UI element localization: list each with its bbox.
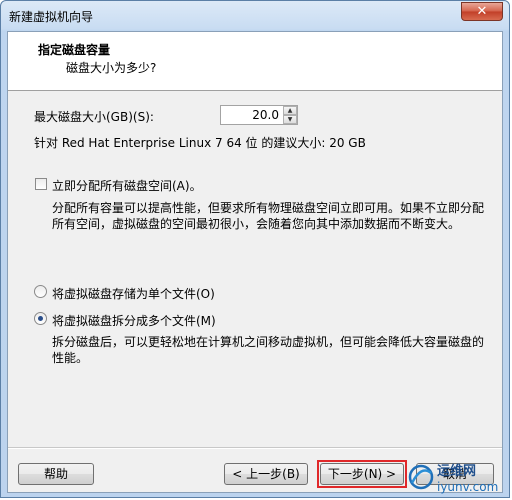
close-button[interactable]: ✕	[461, 2, 503, 21]
wizard-header: 指定磁盘容量 磁盘大小为多少?	[8, 32, 502, 91]
window-title: 新建虚拟机向导	[9, 10, 94, 24]
back-button[interactable]: < 上一步(B)	[224, 463, 308, 485]
allocate-now-label[interactable]: 立即分配所有磁盘空间(A)。	[52, 177, 202, 194]
stepper-buttons: ▲ ▼	[283, 106, 297, 124]
recommended-size-text: 针对 Red Hat Enterprise Linux 7 64 位 的建议大小…	[34, 136, 366, 150]
allocate-now-description: 分配所有容量可以提高性能，但要求所有物理磁盘空间立即可用。如果不立即分配所有空间…	[52, 201, 485, 231]
site-watermark: 运维网 iyunv.com	[407, 457, 507, 497]
multi-file-description: 拆分磁盘后，可以更轻松地在计算机之间移动虚拟机，但可能会降低大容量磁盘的性能。	[52, 335, 485, 365]
close-icon: ✕	[476, 4, 488, 19]
page-subtitle: 磁盘大小为多少?	[66, 61, 157, 75]
max-disk-size-stepper[interactable]: 20.0 ▲ ▼	[220, 105, 298, 125]
stepper-up-icon[interactable]: ▲	[283, 106, 297, 115]
stepper-down-icon[interactable]: ▼	[283, 115, 297, 124]
single-file-label[interactable]: 将虚拟磁盘存储为单个文件(O)	[52, 285, 215, 302]
watermark-line1: 运维网	[437, 463, 476, 479]
max-disk-size-value[interactable]: 20.0	[252, 108, 279, 122]
multi-file-radio[interactable]	[34, 312, 47, 325]
next-button-highlight	[317, 460, 407, 488]
wizard-client-area: 指定磁盘容量 磁盘大小为多少? 最大磁盘大小(GB)(S): 20.0 ▲ ▼ …	[7, 31, 503, 493]
watermark-line2: iyunv.com	[437, 480, 498, 494]
page-title: 指定磁盘容量	[38, 43, 111, 57]
button-separator	[8, 447, 502, 449]
single-file-radio[interactable]	[34, 285, 47, 298]
allocate-now-checkbox[interactable]	[35, 178, 47, 190]
wizard-window: 新建虚拟机向导 ✕ 指定磁盘容量 磁盘大小为多少? 最大磁盘大小(GB)(S):…	[0, 0, 510, 498]
help-button[interactable]: 帮助	[18, 463, 94, 485]
title-bar[interactable]: 新建虚拟机向导 ✕	[1, 1, 509, 31]
multi-file-label[interactable]: 将虚拟磁盘拆分成多个文件(M)	[52, 312, 216, 329]
max-disk-size-label: 最大磁盘大小(GB)(S):	[34, 110, 154, 124]
watermark-logo-icon: 运维网 iyunv.com	[408, 463, 498, 494]
